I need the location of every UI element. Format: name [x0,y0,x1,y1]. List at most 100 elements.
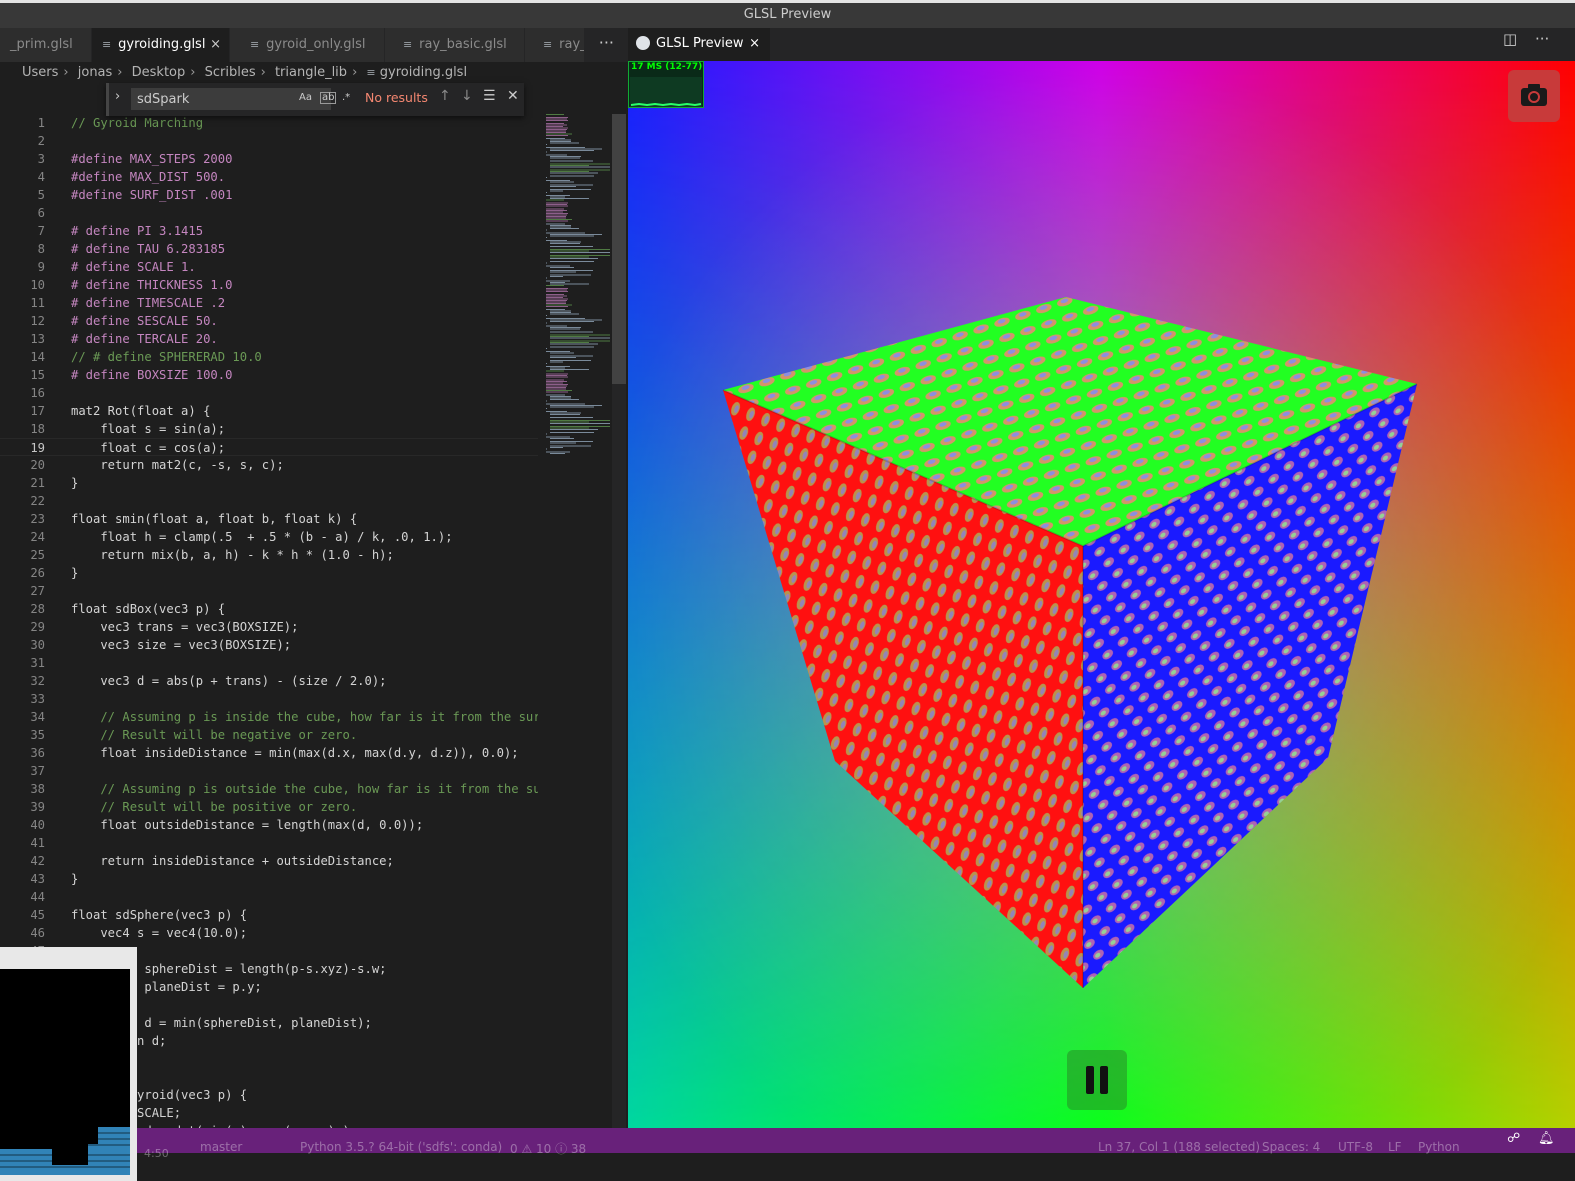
code-line[interactable]: 4 #define MAX_DIST 500. [0,168,538,186]
breadcrumb-item[interactable]: triangle_lib [275,65,347,80]
line-number: 31 [30,656,45,670]
code-line[interactable]: 28 float sdBox(vec3 p) { [0,600,538,618]
preview-group: GLSL Preview × ◫ ··· 17 MS (12-77) [628,28,1575,1128]
code-line[interactable]: 3 #define MAX_STEPS 2000 [0,150,538,168]
close-tab-icon[interactable]: × [749,28,760,59]
code-line[interactable]: 23 float smin(float a, float b, float k) … [0,510,538,528]
line-number: 12 [30,314,45,328]
code-line[interactable]: 7 # define PI 3.1415 [0,222,538,240]
notifications-icon[interactable]: 🔔︎ [1538,1131,1555,1146]
status-python[interactable]: Python 3.5.? 64-bit ('sdfs': conda) [300,1140,502,1154]
code-text: float h = clamp(.5 + .5 * (b - a) / k, .… [71,530,453,544]
more-actions-icon[interactable]: ··· [1535,30,1549,48]
code-line[interactable]: 10 # define THICKNESS 1.0 [0,276,538,294]
code-line[interactable]: 14 // # define SPHERERAD 10.0 [0,348,538,366]
code-line[interactable]: 8 # define TAU 6.283185 [0,240,538,258]
screenshot-button[interactable] [1508,70,1560,122]
scrollbar-thumb[interactable] [612,114,626,384]
code-line[interactable]: 27 [0,582,538,600]
code-line[interactable]: 24 float h = clamp(.5 + .5 * (b - a) / k… [0,528,538,546]
code-line[interactable]: 39 // Result will be positive or zero. [0,798,538,816]
line-number: 20 [30,458,45,472]
breadcrumb-item[interactable]: jonas [78,65,113,80]
line-number: 45 [30,908,45,922]
code-line[interactable]: 16 [0,384,538,402]
breadcrumb-item[interactable]: Desktop [132,65,186,80]
code-line[interactable]: 22 [0,492,538,510]
code-line[interactable]: 32 vec3 d = abs(p + trans) - (size / 2.0… [0,672,538,690]
tab-ray-basic[interactable]: ≡ ray_basic.glsl [385,28,525,62]
code-text: // Result will be positive or zero. [71,800,358,814]
code-line[interactable]: 45 float sdSphere(vec3 p) { [0,906,538,924]
code-line[interactable]: 34 // Assuming p is inside the cube, how… [0,708,538,726]
status-problems[interactable]: 0 ⚠ 10 ⓘ 38 [510,1140,586,1157]
status-eol[interactable]: LF [1388,1140,1402,1154]
file-lines-icon: ≡ [403,38,413,51]
breadcrumb-item[interactable]: gyroiding.glsl [380,65,467,80]
code-line[interactable]: 15 # define BOXSIZE 100.0 [0,366,538,384]
code-line[interactable]: 40 float outsideDistance = length(max(d,… [0,816,538,834]
editor-scrollbar[interactable] [612,114,626,1133]
code-line[interactable]: 19 float c = cos(a); [0,438,538,456]
match-case-icon[interactable]: Aa [299,92,312,103]
code-line[interactable]: 26} [0,564,538,582]
close-find-icon[interactable]: ✕ [507,88,519,104]
code-line[interactable]: 38 // Assuming p is outside the cube, ho… [0,780,538,798]
feedback-icon[interactable]: ☍ [1507,1131,1520,1146]
tab-gyroiding[interactable]: ≡ gyroiding.glsl × [92,28,230,62]
status-branch[interactable]: master [200,1140,242,1154]
code-line[interactable]: 18 float s = sin(a); [0,420,538,438]
breadcrumb-item[interactable]: Users [22,65,58,80]
next-match-icon[interactable]: ↓ [461,88,473,104]
find-in-selection-icon[interactable]: ☰ [483,88,496,104]
toggle-replace-icon[interactable]: › [115,89,120,104]
code-line[interactable]: 2 [0,132,538,150]
code-line[interactable]: 11 # define TIMESCALE .2 [0,294,538,312]
code-line[interactable]: 6 [0,204,538,222]
minimap[interactable] [538,114,612,1133]
code-line[interactable]: 1 // Gyroid Marching [0,114,538,132]
tab-ray[interactable]: ≡ ray_ [525,28,585,62]
code-line[interactable]: 5 #define SURF_DIST .001 [0,186,538,204]
pause-button[interactable] [1067,1050,1127,1110]
code-line[interactable]: 13 # define TERCALE 20. [0,330,538,348]
code-line[interactable]: 25 return mix(b, a, h) - k * h * (1.0 - … [0,546,538,564]
code-line[interactable]: 20 return mat2(c, -s, s, c); [0,456,538,474]
code-line[interactable]: 9 # define SCALE 1. [0,258,538,276]
close-tab-icon[interactable]: × [210,28,221,62]
code-line[interactable]: 46 vec4 s = vec4(10.0); [0,924,538,942]
more-actions-icon[interactable]: ··· [599,28,614,58]
previous-match-icon[interactable]: ↑ [439,88,451,104]
status-encoding[interactable]: UTF-8 [1338,1140,1373,1154]
code-line[interactable]: 17 mat2 Rot(float a) { [0,402,538,420]
code-line[interactable]: 37 [0,762,538,780]
code-line[interactable]: 33 [0,690,538,708]
code-line[interactable]: 36 float insideDistance = min(max(d.x, m… [0,744,538,762]
code-line[interactable]: 21} [0,474,538,492]
status-position[interactable]: Ln 37, Col 1 (188 selected) [1098,1140,1260,1154]
breadcrumb-item[interactable]: Scribles [205,65,256,80]
code-line[interactable]: 44 [0,888,538,906]
status-spaces[interactable]: Spaces: 4 [1262,1140,1320,1154]
code-line[interactable]: 31 [0,654,538,672]
tab-label: gyroid_only.glsl [266,37,366,52]
code-line[interactable]: 35 // Result will be negative or zero. [0,726,538,744]
fps-meter: 17 MS (12-77) [628,61,704,108]
shader-canvas[interactable]: 17 MS (12-77) [628,61,1575,1128]
shader-render [628,61,1575,1128]
code-text: float sdBox(vec3 p) { [71,602,226,616]
code-line[interactable]: 41 [0,834,538,852]
tab-gyroid-only[interactable]: ≡ gyroid_only.glsl [230,28,385,62]
code-line[interactable]: 29 vec3 trans = vec3(BOXSIZE); [0,618,538,636]
tab-glsl-preview[interactable]: GLSL Preview × [628,28,770,61]
status-language[interactable]: Python [1418,1140,1460,1154]
line-number: 2 [37,134,45,148]
code-line[interactable]: 30 vec3 size = vec3(BOXSIZE); [0,636,538,654]
split-editor-icon[interactable]: ◫ [1503,30,1517,48]
code-line[interactable]: 12 # define SESCALE 50. [0,312,538,330]
match-word-icon[interactable]: ab [320,92,337,104]
code-line[interactable]: 42 return insideDistance + outsideDistan… [0,852,538,870]
code-line[interactable]: 43} [0,870,538,888]
tab-prim[interactable]: _prim.glsl [0,28,92,62]
regex-icon[interactable]: .* [342,92,350,103]
